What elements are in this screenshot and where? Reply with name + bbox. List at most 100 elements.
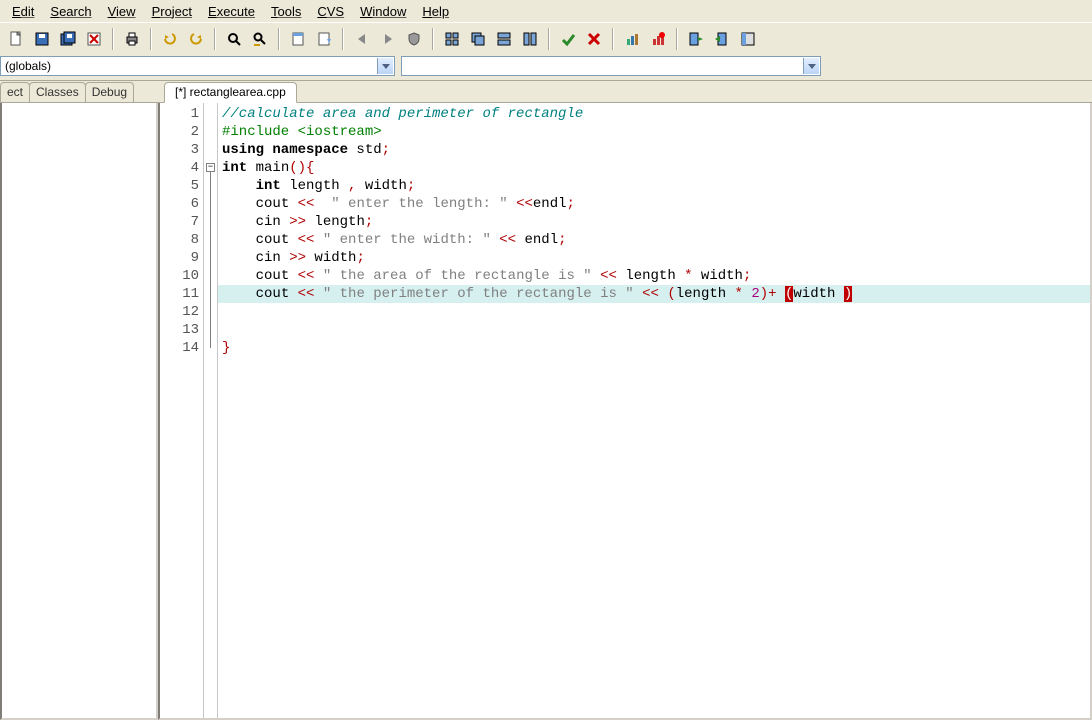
editor-area: [*] rectanglearea.cpp 123456789101112131… — [158, 81, 1092, 720]
code-line[interactable]: int length , width; — [222, 177, 1090, 195]
code-line[interactable]: //calculate area and perimeter of rectan… — [222, 105, 1090, 123]
fold-guideline — [210, 172, 211, 348]
code-line[interactable]: cout << " enter the length: " <<endl; — [222, 195, 1090, 213]
menu-execute[interactable]: Execute — [200, 2, 263, 21]
replace-button[interactable] — [248, 27, 272, 51]
toolbar-separator — [112, 28, 114, 50]
menu-help[interactable]: Help — [414, 2, 457, 21]
code-line[interactable] — [222, 303, 1090, 321]
menu-project[interactable]: Project — [144, 2, 200, 21]
editor-body[interactable]: 1234567891011121314 − //calculate area a… — [158, 103, 1092, 720]
code-line[interactable]: cout << " the area of the rectangle is "… — [222, 267, 1090, 285]
toggle-bookmark-icon — [290, 31, 306, 47]
menu-search[interactable]: Search — [42, 2, 99, 21]
code-line[interactable]: cin >> length; — [222, 213, 1090, 231]
line-number: 5 — [160, 177, 199, 195]
chevron-down-icon[interactable] — [803, 58, 819, 74]
fold-toggle-icon[interactable]: − — [206, 163, 215, 172]
chart-bar-icon — [624, 31, 640, 47]
window-cascade-button[interactable] — [466, 27, 490, 51]
menu-view[interactable]: View — [100, 2, 144, 21]
check-icon — [560, 31, 576, 47]
side-tab-debug[interactable]: Debug — [85, 82, 134, 102]
line-number: 6 — [160, 195, 199, 213]
code-line[interactable]: cin >> width; — [222, 249, 1090, 267]
undo-icon — [162, 31, 178, 47]
code-line[interactable]: using namespace std; — [222, 141, 1090, 159]
goto-bookmark-icon — [316, 31, 332, 47]
scope-combobox[interactable]: (globals) — [0, 56, 395, 76]
undo-button[interactable] — [158, 27, 182, 51]
line-number: 12 — [160, 303, 199, 321]
shield-button[interactable] — [402, 27, 426, 51]
menu-tools[interactable]: Tools — [263, 2, 309, 21]
save-all-button[interactable] — [56, 27, 80, 51]
code-line[interactable]: } — [222, 339, 1090, 357]
member-combobox[interactable] — [401, 56, 821, 76]
chart-bar-button[interactable] — [620, 27, 644, 51]
scope-combobox-text: (globals) — [5, 59, 51, 73]
menu-window[interactable]: Window — [352, 2, 414, 21]
code-line[interactable]: int main(){ — [222, 159, 1090, 177]
toolbar-separator — [342, 28, 344, 50]
file-tab-label: [*] rectanglearea.cpp — [175, 85, 286, 99]
combo-row: (globals) — [0, 54, 1092, 80]
replace-icon — [252, 31, 268, 47]
code-line[interactable]: #include <iostream> — [222, 123, 1090, 141]
side-tab-ect[interactable]: ect — [0, 82, 30, 102]
save-button[interactable] — [30, 27, 54, 51]
line-number: 9 — [160, 249, 199, 267]
redo-icon — [188, 31, 204, 47]
find-icon — [226, 31, 242, 47]
save-icon — [34, 31, 50, 47]
chevron-down-icon[interactable] — [377, 58, 393, 74]
line-number: 7 — [160, 213, 199, 231]
chart-red-button[interactable] — [646, 27, 670, 51]
cancel-button[interactable] — [582, 27, 606, 51]
toolbar-separator — [548, 28, 550, 50]
line-number: 13 — [160, 321, 199, 339]
line-number: 1 — [160, 105, 199, 123]
redo-button[interactable] — [184, 27, 208, 51]
menu-cvs[interactable]: CVS — [309, 2, 352, 21]
line-number-gutter: 1234567891011121314 — [160, 103, 204, 718]
window-horz-icon — [496, 31, 512, 47]
find-button[interactable] — [222, 27, 246, 51]
line-number: 4 — [160, 159, 199, 177]
toolbar-separator — [278, 28, 280, 50]
toggle-bookmark-button[interactable] — [286, 27, 310, 51]
new-file-button[interactable] — [4, 27, 28, 51]
print-button[interactable] — [120, 27, 144, 51]
check-button[interactable] — [556, 27, 580, 51]
nav-forward-button[interactable] — [376, 27, 400, 51]
line-number: 3 — [160, 141, 199, 159]
toolbar-separator — [676, 28, 678, 50]
close-button[interactable] — [82, 27, 106, 51]
nav-back-button[interactable] — [350, 27, 374, 51]
insert-icon — [714, 31, 730, 47]
toolbar-separator — [214, 28, 216, 50]
chart-red-icon — [650, 31, 666, 47]
menubar: EditSearchViewProjectExecuteToolsCVSWind… — [0, 0, 1092, 22]
code-line[interactable]: cout << " the perimeter of the rectangle… — [222, 285, 1090, 303]
goto-bookmark-button[interactable] — [312, 27, 336, 51]
exit-button[interactable] — [684, 27, 708, 51]
file-tab-active[interactable]: [*] rectanglearea.cpp — [164, 82, 297, 103]
close-icon — [86, 31, 102, 47]
insert-button[interactable] — [710, 27, 734, 51]
code-line[interactable]: cout << " enter the width: " << endl; — [222, 231, 1090, 249]
toolbar-separator — [432, 28, 434, 50]
menu-edit[interactable]: Edit — [4, 2, 42, 21]
code-line[interactable] — [222, 321, 1090, 339]
code-area[interactable]: //calculate area and perimeter of rectan… — [218, 103, 1090, 718]
line-number: 11 — [160, 285, 199, 303]
window-horz-button[interactable] — [492, 27, 516, 51]
panel-button[interactable] — [736, 27, 760, 51]
side-tab-classes[interactable]: Classes — [29, 82, 86, 102]
window-cascade-icon — [470, 31, 486, 47]
window-vert-button[interactable] — [518, 27, 542, 51]
window-tile-button[interactable] — [440, 27, 464, 51]
workspace: ectClassesDebug [*] rectanglearea.cpp 12… — [0, 80, 1092, 720]
save-all-icon — [60, 31, 76, 47]
exit-icon — [688, 31, 704, 47]
